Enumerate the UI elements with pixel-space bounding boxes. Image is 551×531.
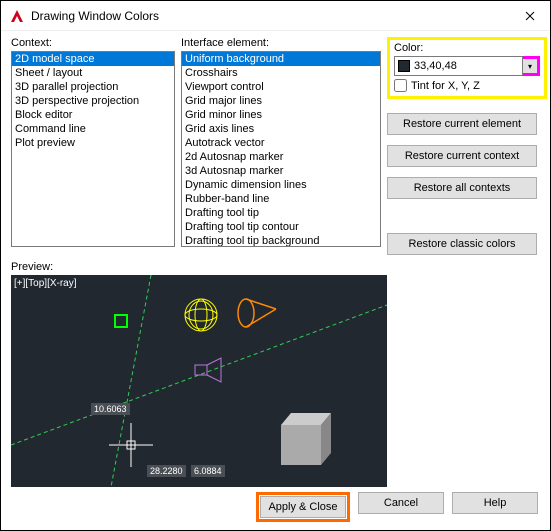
interface-listbox[interactable]: Uniform background Crosshairs Viewport c… bbox=[181, 51, 381, 247]
preview-coord-tag: 10.6063 bbox=[91, 403, 130, 415]
restore-context-button[interactable]: Restore current context bbox=[387, 145, 537, 167]
cancel-button[interactable]: Cancel bbox=[358, 492, 444, 514]
context-item[interactable]: Plot preview bbox=[12, 136, 174, 150]
interface-item[interactable]: Drafting tool tip background bbox=[182, 234, 380, 247]
interface-item[interactable]: Drafting tool tip bbox=[182, 206, 380, 220]
context-column: Context: 2D model space Sheet / layout 3… bbox=[11, 37, 175, 255]
interface-column: Interface element: Uniform background Cr… bbox=[181, 37, 381, 255]
interface-label: Interface element: bbox=[181, 37, 381, 49]
interface-item[interactable]: 2d Autosnap marker bbox=[182, 150, 380, 164]
close-icon bbox=[525, 11, 535, 21]
preview-label: Preview: bbox=[11, 261, 540, 273]
preview-3d-scene bbox=[11, 275, 387, 487]
interface-item[interactable]: Drafting tool tip contour bbox=[182, 220, 380, 234]
dialog-window: Drawing Window Colors Context: 2D model … bbox=[0, 0, 551, 531]
color-swatch-icon bbox=[398, 60, 410, 72]
window-title: Drawing Window Colors bbox=[31, 9, 510, 23]
restore-buttons: Restore current element Restore current … bbox=[387, 113, 537, 255]
interface-item[interactable]: Autotrack vector bbox=[182, 136, 380, 150]
app-logo-icon bbox=[9, 8, 25, 24]
tint-row[interactable]: Tint for X, Y, Z bbox=[394, 79, 540, 92]
interface-item[interactable]: Uniform background bbox=[182, 52, 380, 66]
color-dropdown-button[interactable]: ▾ bbox=[523, 56, 540, 76]
context-label: Context: bbox=[11, 37, 175, 49]
tint-checkbox[interactable] bbox=[394, 79, 407, 92]
preview-canvas: [+][Top][X-ray] bbox=[11, 275, 387, 487]
color-section-highlight: Color: 33,40,48 ▾ Tint for X, Y, Z bbox=[387, 37, 547, 99]
color-column: Color: 33,40,48 ▾ Tint for X, Y, Z bbox=[387, 37, 547, 255]
context-item[interactable]: Command line bbox=[12, 122, 174, 136]
context-item[interactable]: Sheet / layout bbox=[12, 66, 174, 80]
preview-coord-tag: 6.0884 bbox=[191, 465, 225, 477]
chevron-down-icon: ▾ bbox=[528, 62, 532, 71]
context-item[interactable]: 2D model space bbox=[12, 52, 174, 66]
help-button[interactable]: Help bbox=[452, 492, 538, 514]
interface-item[interactable]: Grid minor lines bbox=[182, 108, 380, 122]
context-item[interactable]: Block editor bbox=[12, 108, 174, 122]
apply-highlight: Apply & Close bbox=[256, 492, 350, 522]
dialog-content: Context: 2D model space Sheet / layout 3… bbox=[1, 31, 550, 487]
color-label: Color: bbox=[394, 42, 540, 54]
restore-all-button[interactable]: Restore all contexts bbox=[387, 177, 537, 199]
context-item[interactable]: 3D perspective projection bbox=[12, 94, 174, 108]
interface-item[interactable]: 3d Autosnap marker bbox=[182, 164, 380, 178]
color-value: 33,40,48 bbox=[414, 60, 457, 72]
context-listbox[interactable]: 2D model space Sheet / layout 3D paralle… bbox=[11, 51, 175, 247]
color-dropdown[interactable]: 33,40,48 bbox=[394, 56, 523, 76]
tint-label: Tint for X, Y, Z bbox=[411, 80, 480, 92]
interface-item[interactable]: Viewport control bbox=[182, 80, 380, 94]
interface-item[interactable]: Dynamic dimension lines bbox=[182, 178, 380, 192]
close-button[interactable] bbox=[510, 1, 550, 31]
titlebar: Drawing Window Colors bbox=[1, 1, 550, 31]
restore-element-button[interactable]: Restore current element bbox=[387, 113, 537, 135]
restore-classic-button[interactable]: Restore classic colors bbox=[387, 233, 537, 255]
interface-item[interactable]: Grid major lines bbox=[182, 94, 380, 108]
bottom-buttons: Apply & Close Cancel Help bbox=[256, 492, 538, 522]
interface-item[interactable]: Crosshairs bbox=[182, 66, 380, 80]
context-item[interactable]: 3D parallel projection bbox=[12, 80, 174, 94]
interface-item[interactable]: Rubber-band line bbox=[182, 192, 380, 206]
apply-close-button[interactable]: Apply & Close bbox=[260, 496, 346, 518]
interface-item[interactable]: Grid axis lines bbox=[182, 122, 380, 136]
preview-coord-tag: 28.2280 bbox=[147, 465, 186, 477]
color-select-row: 33,40,48 ▾ bbox=[394, 56, 540, 76]
